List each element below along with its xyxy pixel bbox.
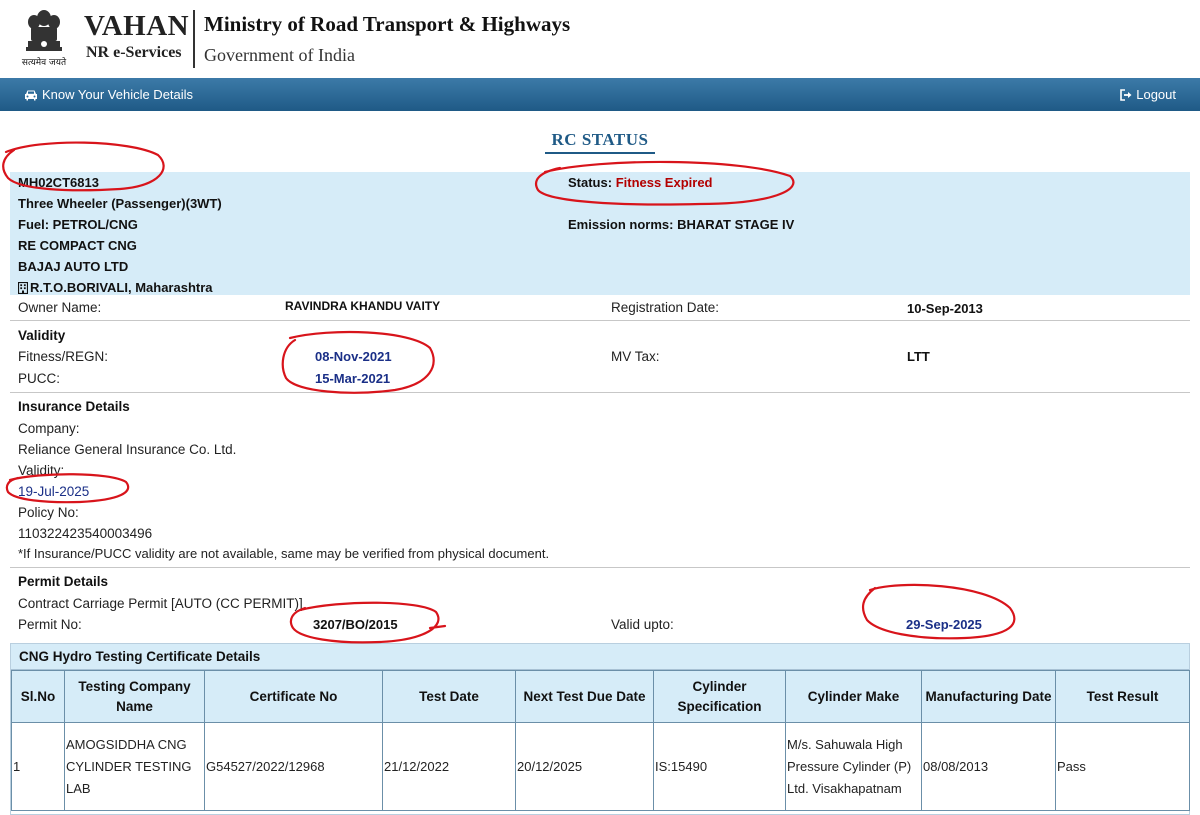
insurance-note: *If Insurance/PUCC validity are not avai…: [18, 546, 550, 561]
table-cell: 21/12/2022: [382, 722, 516, 811]
owner-name-label: Owner Name:: [18, 300, 102, 315]
column-header: Next Test Due Date: [515, 670, 654, 723]
cng-panel-header: CNG Hydro Testing Certificate Details: [11, 644, 1189, 670]
valid-upto-label: Valid upto:: [611, 617, 674, 632]
mv-tax-value: LTT: [907, 349, 930, 364]
ministry-name: Ministry of Road Transport & Highways: [204, 12, 571, 36]
policy-number-label: Policy No:: [18, 505, 79, 520]
emblem-caption: सत्यमेव जयते: [21, 58, 67, 68]
permit-type: Contract Carriage Permit [AUTO (CC PERMI…: [18, 596, 303, 611]
government-name: Government of India: [204, 45, 355, 65]
logout-button[interactable]: Logout: [1120, 87, 1176, 102]
permit-section-title: Permit Details: [18, 574, 109, 589]
vehicle-class: Three Wheeler (Passenger)(3WT): [18, 196, 222, 211]
column-header: Manufacturing Date: [921, 670, 1056, 723]
header-divider: [193, 10, 195, 68]
permit-number-label: Permit No:: [18, 617, 82, 632]
page-header: सत्यमेव जयते VAHAN NR e-Services Ministr…: [0, 0, 1200, 76]
registration-number: MH02CT6813: [18, 175, 99, 190]
column-header: Cylinder Make: [785, 670, 922, 723]
know-your-vehicle-label: Know Your Vehicle Details: [42, 87, 194, 102]
table-cell: 08/08/2013: [921, 722, 1056, 811]
column-header: Sl.No: [11, 670, 65, 723]
vehicle-model: RE COMPACT CNG: [18, 238, 137, 253]
building-icon: [18, 282, 28, 294]
owner-name-value: RAVINDRA KHANDU VAITY: [285, 299, 441, 313]
vehicle-summary-panel: [10, 172, 1190, 295]
fitness-value: 08-Nov-2021: [315, 349, 392, 364]
status-row: Status: Fitness Expired: [568, 175, 713, 190]
insurance-company-value: Reliance General Insurance Co. Ltd.: [18, 442, 237, 457]
table-cell: 1: [11, 722, 65, 811]
column-header: Test Result: [1055, 670, 1190, 723]
title-underline: [545, 152, 655, 154]
registration-date-label: Registration Date:: [611, 300, 720, 315]
fuel-type: Fuel: PETROL/CNG: [18, 217, 138, 232]
policy-number-value: 110322423540003496: [18, 526, 153, 541]
table-cell: AMOGSIDDHA CNG CYLINDER TESTING LAB: [64, 722, 205, 811]
cng-panel-title: CNG Hydro Testing Certificate Details: [19, 649, 261, 664]
divider: [10, 392, 1190, 393]
insurance-validity-label: Validity:: [18, 463, 65, 478]
cng-certificate-panel: CNG Hydro Testing Certificate Details Sl…: [10, 643, 1190, 815]
insurance-section-title: Insurance Details: [18, 399, 130, 414]
mv-tax-label: MV Tax:: [611, 349, 660, 364]
column-header: Certificate No: [204, 670, 383, 723]
column-header: Cylinder Specification: [653, 670, 786, 723]
logout-icon: [1120, 88, 1132, 101]
status-value: Fitness Expired: [615, 175, 713, 190]
logout-label: Logout: [1136, 87, 1176, 102]
table-cell: G54527/2022/12968: [204, 722, 383, 811]
registration-date-value: 10-Sep-2013: [907, 301, 983, 316]
validity-section-title: Validity: [18, 328, 66, 343]
vehicle-maker: BAJAJ AUTO LTD: [18, 259, 129, 274]
table-row: 1 AMOGSIDDHA CNG CYLINDER TESTING LAB G5…: [11, 722, 1190, 811]
nav-bar: Know Your Vehicle Details Logout: [0, 78, 1200, 111]
emission-norms: Emission norms: BHARAT STAGE IV: [568, 217, 795, 232]
table-cell: M/s. Sahuwala High Pressure Cylinder (P)…: [785, 722, 922, 811]
cng-certificate-table: Sl.No Testing Company Name Certificate N…: [11, 670, 1190, 811]
page-title: RC STATUS: [551, 130, 649, 149]
app-title: VAHAN: [84, 10, 190, 42]
pucc-label: PUCC:: [18, 371, 61, 386]
table-cell: 20/12/2025: [515, 722, 654, 811]
divider: [10, 567, 1190, 568]
app-subtitle: NR e-Services: [86, 44, 182, 61]
car-icon: [25, 90, 37, 100]
rto-office-label: R.T.O.BORIVALI, Maharashtra: [30, 280, 213, 295]
know-your-vehicle-link[interactable]: Know Your Vehicle Details: [24, 87, 193, 102]
status-label: Status:: [568, 175, 613, 190]
pucc-value: 15-Mar-2021: [315, 371, 391, 386]
table-header-row: Sl.No Testing Company Name Certificate N…: [11, 670, 1190, 723]
insurance-company-label: Company:: [18, 421, 80, 436]
table-cell: IS:15490: [653, 722, 786, 811]
divider: [10, 320, 1190, 321]
valid-upto-value: 29-Sep-2025: [906, 617, 982, 632]
column-header: Test Date: [382, 670, 516, 723]
insurance-validity-value: 19-Jul-2025: [18, 484, 90, 499]
column-header: Testing Company Name: [64, 670, 205, 723]
permit-number-value: 3207/BO/2015: [313, 617, 398, 632]
fitness-label: Fitness/REGN:: [18, 349, 109, 364]
table-cell: Pass: [1055, 722, 1190, 811]
rto-office: R.T.O.BORIVALI, Maharashtra: [18, 280, 213, 295]
